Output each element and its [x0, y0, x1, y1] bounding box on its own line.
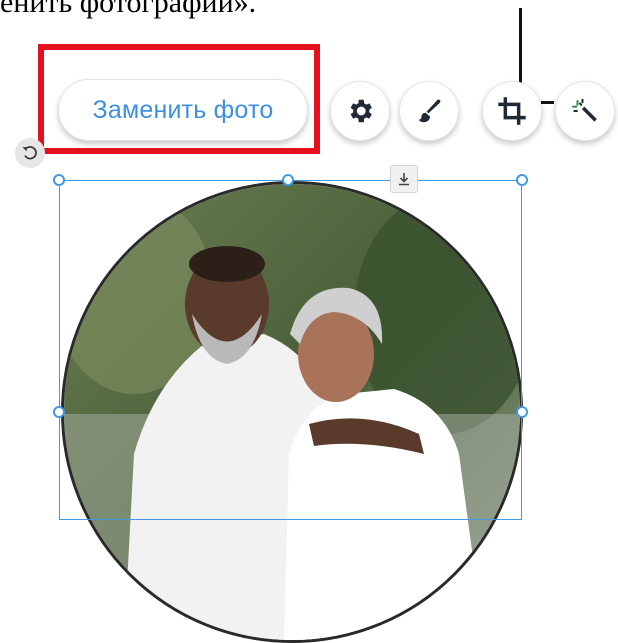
design-button[interactable] — [399, 81, 459, 141]
resize-handle-top[interactable] — [282, 174, 294, 186]
callout-line — [519, 8, 522, 92]
resize-handle-right[interactable] — [516, 406, 528, 418]
magic-wand-icon — [572, 98, 597, 122]
selection-frame — [59, 180, 522, 520]
rotate-button[interactable] — [15, 138, 45, 168]
anchor-button[interactable] — [390, 165, 418, 193]
gear-icon — [350, 99, 372, 123]
brush-icon — [418, 99, 441, 123]
instruction-caption: енить фотографии». — [0, 0, 257, 19]
resize-handle-left[interactable] — [53, 406, 65, 418]
crop-button[interactable] — [482, 81, 542, 141]
resize-handle-top-left[interactable] — [53, 174, 65, 186]
download-icon — [399, 173, 409, 186]
callout-dash — [541, 101, 554, 104]
crop-icon — [498, 97, 526, 125]
enhance-button[interactable] — [555, 81, 615, 141]
highlight-box — [38, 44, 320, 154]
rotate-icon — [22, 146, 37, 160]
settings-button[interactable] — [330, 81, 390, 141]
resize-handle-top-right[interactable] — [516, 174, 528, 186]
